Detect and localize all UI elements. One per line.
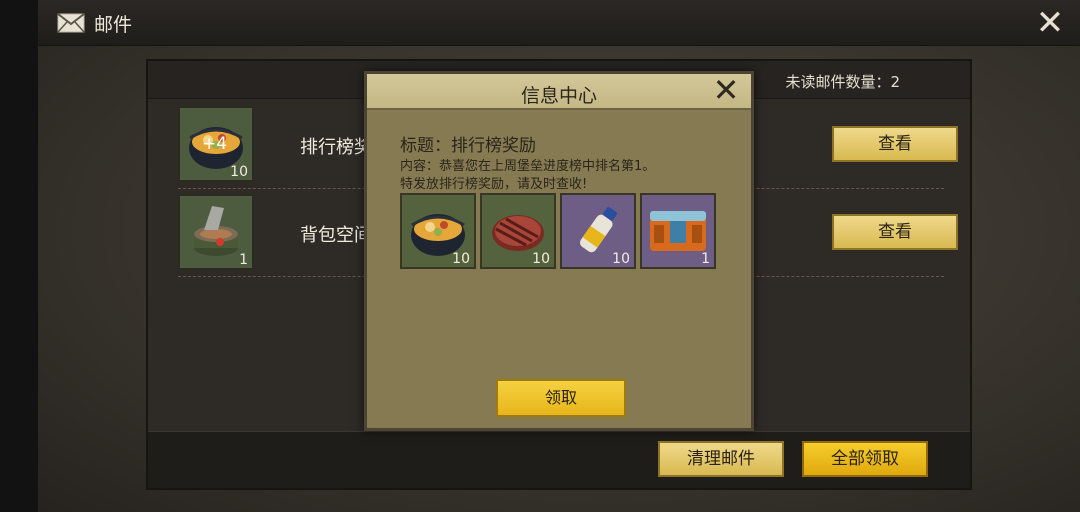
page-title: 邮件 xyxy=(94,14,133,36)
reward-steak[interactable]: 10 xyxy=(480,193,556,269)
item-count: 1 xyxy=(239,252,248,268)
claim-button[interactable]: 领取 xyxy=(496,379,626,417)
open-can-icon: 1 xyxy=(178,194,254,270)
info-center-dialog: 信息中心 ✕ 标题：排行榜奖励 内容：恭喜您在上周堡垒进度榜中排名第1。 特发放… xyxy=(364,71,754,431)
reward-bottle[interactable]: 10 xyxy=(560,193,636,269)
mail-content-line: 内容：恭喜您在上周堡垒进度榜中排名第1。 xyxy=(400,159,656,174)
view-button[interactable]: 查看 xyxy=(832,214,958,250)
close-x-icon[interactable]: ✕ xyxy=(1033,6,1067,40)
reward-count: 10 xyxy=(532,251,550,267)
reward-count: 10 xyxy=(452,251,470,267)
reward-supply-crate[interactable]: 1 xyxy=(640,193,716,269)
panel-footer: 清理邮件 全部领取 xyxy=(148,431,970,488)
mail-subject: 排行榜奖 xyxy=(300,137,372,158)
item-count: 10 xyxy=(230,164,248,180)
reward-stew-pot[interactable]: 10 xyxy=(400,193,476,269)
level-badge: +4 xyxy=(202,134,228,154)
dialog-header: 信息中心 ✕ xyxy=(367,74,751,110)
mail-content-line: 特发放排行榜奖励，请及时查收! xyxy=(400,177,588,192)
claim-all-button[interactable]: 全部领取 xyxy=(802,441,928,477)
stew-pot-icon: +4 10 xyxy=(178,106,254,182)
envelope-icon xyxy=(57,13,85,33)
unread-count: 未读邮件数量：2 xyxy=(785,73,900,91)
mail-title-text: 标题：排行榜奖励 xyxy=(400,136,536,156)
reward-count: 10 xyxy=(612,251,630,267)
top-bar xyxy=(38,0,1080,46)
left-edge xyxy=(0,0,38,512)
reward-count: 1 xyxy=(701,251,710,267)
view-button[interactable]: 查看 xyxy=(832,126,958,162)
dialog-title: 信息中心 xyxy=(520,85,597,107)
close-x-icon[interactable]: ✕ xyxy=(711,74,741,106)
clear-mail-button[interactable]: 清理邮件 xyxy=(658,441,784,477)
mail-subject: 背包空间 xyxy=(300,225,372,246)
